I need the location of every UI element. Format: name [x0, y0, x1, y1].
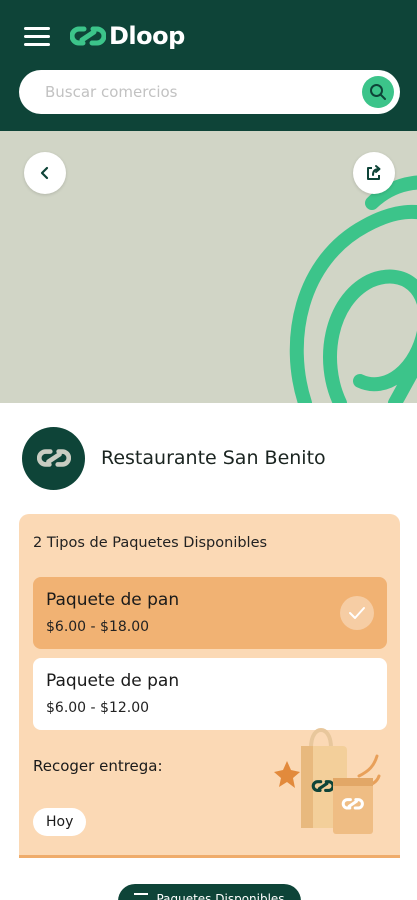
store-name: Restaurante San Benito	[101, 447, 326, 469]
list-icon	[134, 893, 149, 900]
available-packages-button[interactable]: Paquetes Disponibles	[118, 884, 301, 900]
app-logo[interactable]: Dloop	[70, 21, 185, 51]
check-icon	[340, 596, 374, 630]
search-icon[interactable]	[362, 76, 394, 108]
package-name: Paquete de pan	[46, 671, 180, 691]
store-info: Restaurante San Benito	[22, 426, 326, 490]
back-button[interactable]	[24, 152, 66, 194]
package-name: Paquete de pan	[46, 590, 180, 610]
package-option[interactable]: Paquete de pan $6.00 - $18.00	[33, 577, 387, 649]
package-price: $6.00 - $18.00	[46, 619, 150, 635]
app-name: Dloop	[109, 22, 185, 50]
hamburger-menu-icon[interactable]	[24, 27, 50, 47]
pickup-label: Recoger entrega:	[33, 757, 163, 775]
dloop-logo-icon	[70, 26, 106, 46]
store-avatar	[22, 426, 85, 490]
search-input[interactable]	[45, 81, 355, 103]
dloop-logo-icon	[36, 449, 71, 467]
available-packages-label: Paquetes Disponibles	[156, 892, 285, 900]
package-option[interactable]: Paquete de pan $6.00 - $12.00	[33, 658, 387, 730]
chevron-left-icon	[40, 166, 49, 180]
packages-title: 2 Tipos de Paquetes Disponibles	[33, 535, 268, 551]
app-header: Dloop	[0, 0, 417, 131]
search-bar	[19, 70, 400, 114]
pickup-day-chip[interactable]: Hoy	[33, 808, 87, 836]
share-button[interactable]	[353, 152, 395, 194]
shopping-bags-illustration	[274, 727, 381, 834]
store-banner	[0, 131, 417, 403]
packages-panel: 2 Tipos de Paquetes Disponibles Paquete …	[19, 514, 400, 858]
package-price: $6.00 - $12.00	[46, 700, 150, 716]
share-icon	[367, 165, 381, 180]
